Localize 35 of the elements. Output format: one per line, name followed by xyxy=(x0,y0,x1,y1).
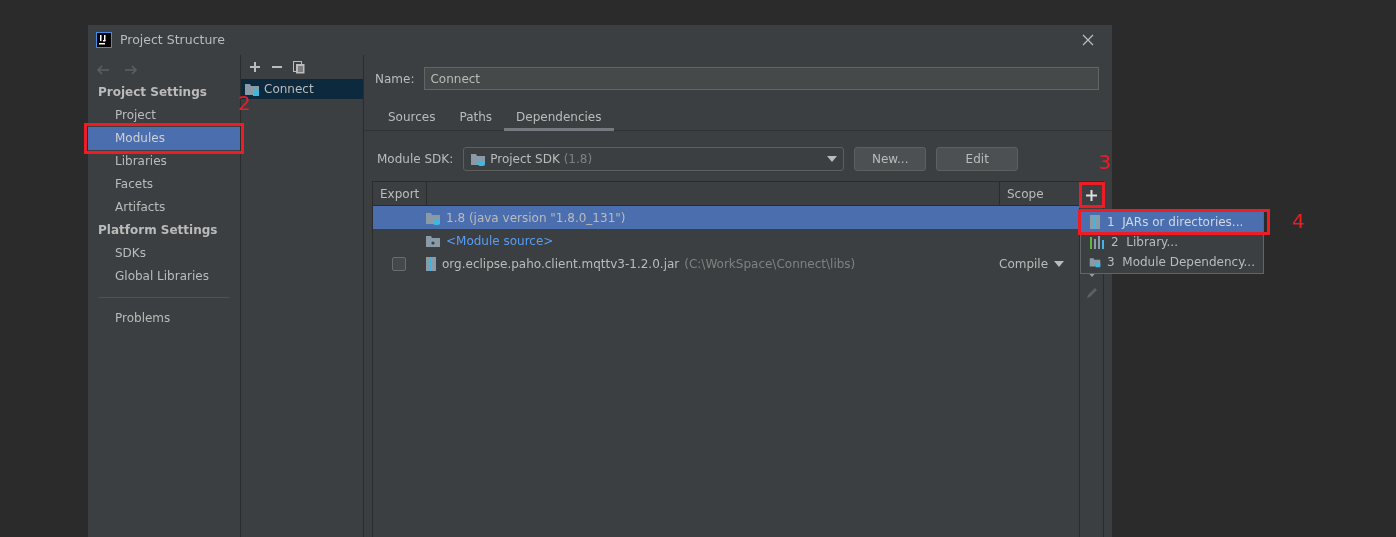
tab[interactable]: Sources xyxy=(376,106,448,131)
dependency-name: <Module source> xyxy=(446,232,554,250)
dependency-name: 1.8 (java version "1.8.0_131") xyxy=(446,209,626,227)
window-title: Project Structure xyxy=(120,30,225,49)
annotation-number: 4 xyxy=(1292,211,1305,231)
sidebar-item[interactable]: Modules xyxy=(88,127,240,150)
sidebar-item[interactable]: Problems xyxy=(88,307,240,330)
tab[interactable]: Dependencies xyxy=(504,106,614,131)
name-field[interactable]: Connect xyxy=(424,67,1099,90)
edit-button[interactable]: Edit xyxy=(936,147,1019,171)
column-header: Scope xyxy=(999,182,1079,205)
column-header: Export xyxy=(373,182,428,205)
sidebar-item[interactable]: Global Libraries xyxy=(88,265,240,288)
section-heading: Project Settings xyxy=(97,84,208,101)
table-row[interactable]: org.eclipse.paho.client.mqttv3-1.2.0.jar (C:\WorkSpace\Connect\libs) Compile xyxy=(373,252,1079,275)
dependency-name: org.eclipse.paho.client.mqttv3-1.2.0.jar xyxy=(442,255,680,273)
module-name: Connect xyxy=(264,81,314,98)
tab[interactable]: Paths xyxy=(447,106,505,131)
sidebar-item[interactable]: Project xyxy=(88,104,240,127)
new-button[interactable]: New... xyxy=(854,147,927,171)
field-label: Module SDK: xyxy=(377,151,454,168)
sidebar-item[interactable]: Libraries xyxy=(88,150,240,173)
menu-item[interactable]: 3 Module Dependency... xyxy=(1081,252,1263,272)
sidebar-item[interactable]: Artifacts xyxy=(88,196,240,219)
menu-item[interactable]: 1 JARs or directories... xyxy=(1081,212,1263,232)
sdk-dropdown[interactable]: Project SDK (1.8) xyxy=(463,147,845,171)
annotation-number: 3 xyxy=(1098,152,1112,172)
sidebar-item[interactable]: SDKs xyxy=(88,242,240,265)
sidebar-item[interactable]: Facets xyxy=(88,173,240,196)
section-heading: Platform Settings xyxy=(97,222,219,239)
dependency-path: (C:\WorkSpace\Connect\libs) xyxy=(684,255,856,273)
table-row[interactable]: <Module source> xyxy=(373,229,1079,252)
scope-dropdown[interactable]: Compile xyxy=(999,254,1065,273)
menu-item[interactable]: 2 Library... xyxy=(1081,232,1263,252)
field-label: Name: xyxy=(375,70,415,88)
